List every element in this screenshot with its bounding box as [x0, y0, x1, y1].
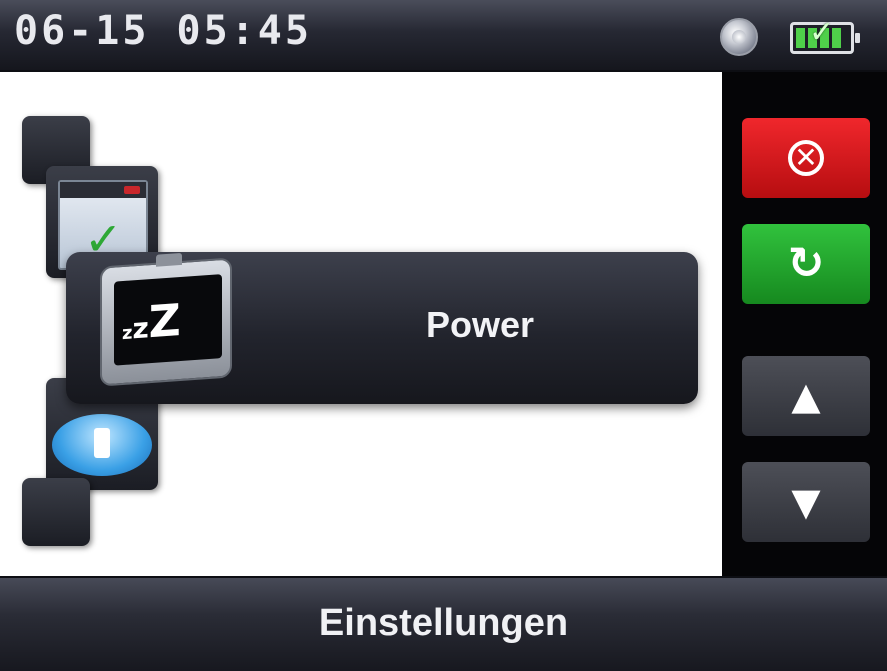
- menu-item-label: Power: [426, 304, 535, 345]
- arrow-up-icon: ▲: [791, 374, 821, 418]
- footer-bar: Einstellungen: [0, 576, 887, 671]
- side-button-panel: ✕ ↻ ▲ ▼: [722, 72, 887, 576]
- scroll-up-button[interactable]: ▲: [742, 356, 870, 436]
- battery-charging-icon: ✓: [790, 15, 860, 54]
- refresh-icon: ↻: [787, 238, 825, 289]
- clock: 06-15 05:45: [14, 8, 312, 54]
- status-bar: 06-15 05:45 ✓: [0, 0, 887, 72]
- arrow-down-icon: ▼: [791, 480, 821, 524]
- menu-list: ✓ zzZ Power: [0, 72, 722, 576]
- zzz-glyph: zzZ: [122, 294, 181, 349]
- sleep-zzz-icon: zzZ: [100, 252, 232, 387]
- menu-item-blank-bottom[interactable]: [22, 478, 90, 546]
- refresh-button[interactable]: ↻: [742, 224, 870, 304]
- info-bubble-icon: [52, 414, 152, 476]
- gps-signal-icon: [720, 18, 758, 56]
- page-title: Einstellungen: [318, 602, 569, 644]
- scroll-down-button[interactable]: ▼: [742, 462, 870, 542]
- cancel-button[interactable]: ✕: [742, 118, 870, 198]
- charging-check-icon: ✓: [809, 15, 835, 50]
- cancel-icon: ✕: [788, 140, 824, 176]
- menu-item-power[interactable]: zzZ Power: [66, 252, 698, 404]
